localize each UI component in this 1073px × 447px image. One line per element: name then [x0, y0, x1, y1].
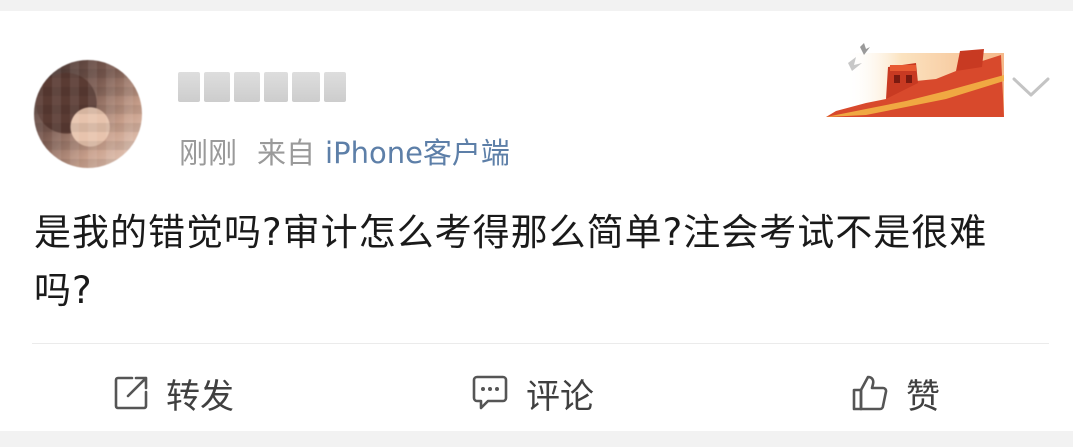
chevron-down-icon[interactable] [1010, 73, 1052, 103]
repost-button[interactable]: 转发 [112, 369, 234, 417]
great-wall-banner [826, 43, 1004, 117]
post-text: 是我的错觉吗?审计怎么考得那么简单?注会考试不是很难吗? [34, 211, 988, 312]
post-card: 刚刚 来自 iPhone客户端 是我的错觉吗?审计怎么考得那么简单?注会考试不是很难… [0, 11, 1073, 431]
from-label: 来自 [257, 136, 316, 170]
post-source-link[interactable]: iPhone客户端 [325, 136, 510, 170]
username-pixelated[interactable] [178, 69, 348, 105]
repost-label: 转发 [166, 376, 234, 417]
thumbs-up-icon [852, 375, 888, 411]
speech-bubble-icon [472, 375, 508, 410]
comment-label: 评论 [526, 376, 594, 417]
post-meta: 刚刚 来自 iPhone客户端 [179, 133, 510, 173]
post-time: 刚刚 [179, 136, 238, 170]
divider [32, 343, 1049, 344]
comment-button[interactable]: 评论 [470, 369, 594, 417]
like-button[interactable]: 赞 [850, 369, 940, 417]
avatar[interactable] [34, 60, 142, 168]
share-box-icon [114, 376, 148, 410]
like-label: 赞 [906, 376, 940, 417]
